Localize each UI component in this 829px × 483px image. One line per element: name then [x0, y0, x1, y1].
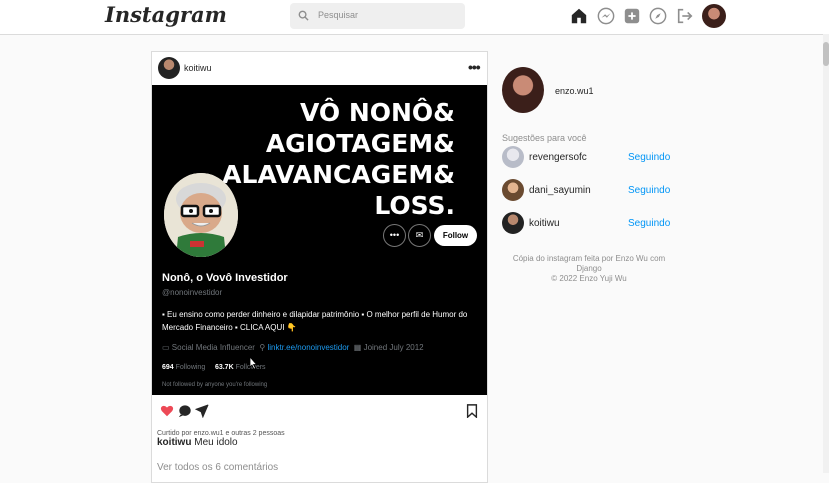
suggestion-avatar[interactable]: [502, 212, 524, 234]
search-icon: [298, 10, 309, 21]
post-image[interactable]: VÔ NONÔ& AGIOTAGEM& ALAVANCAGEM& LOSS. •…: [152, 85, 487, 395]
post-author-avatar[interactable]: [158, 57, 180, 79]
comment-icon[interactable]: [178, 404, 192, 418]
suggestion-username[interactable]: koitiwu: [529, 218, 560, 229]
messenger-icon[interactable]: [597, 7, 615, 25]
headline-line: LOSS.: [374, 191, 455, 220]
instagram-logo[interactable]: Instagram: [105, 2, 227, 27]
profile-handle: @nonoinvestidor: [162, 288, 223, 297]
headline-line: ALAVANCAGEM&: [222, 160, 455, 189]
suggestions-title: Sugestões para você: [502, 133, 587, 143]
search-placeholder: Pesquisar: [318, 10, 359, 20]
search-input[interactable]: Pesquisar: [290, 3, 465, 29]
footer-copyright: © 2022 Enzo Yuji Wu: [551, 274, 627, 283]
following-button[interactable]: Seguindo: [628, 185, 670, 196]
grandpa-cartoon-avatar: [164, 173, 238, 257]
view-comments-link[interactable]: Ver todos os 6 comentários: [157, 462, 278, 473]
explore-icon[interactable]: [649, 7, 667, 25]
profile-joined: Joined July 2012: [363, 343, 424, 352]
following-button[interactable]: Seguindo: [628, 152, 670, 163]
bookmark-icon[interactable]: [465, 404, 479, 418]
profile-more-button: •••: [383, 224, 406, 247]
calendar-icon: ▦: [353, 343, 362, 352]
suggestion-username[interactable]: revengersofc: [529, 152, 587, 163]
profile-bio: ▪ Eu ensino como perder dinheiro e dilap…: [162, 310, 468, 332]
profile-avatar[interactable]: [702, 4, 726, 28]
suggestion-avatar[interactable]: [502, 179, 524, 201]
suggestion-item: koitiwu Seguindo: [502, 212, 682, 238]
mouse-cursor-icon: [249, 356, 258, 370]
post-card: koitiwu ••• VÔ NONÔ& AGIOTAGEM& ALAVANCA…: [151, 51, 488, 483]
home-icon[interactable]: [570, 7, 588, 25]
post-actions: [152, 401, 487, 423]
post-author-username[interactable]: koitiwu: [184, 63, 212, 73]
profile-meta: ▭ Social Media Influencer ⚲ linktr.ee/no…: [162, 343, 482, 352]
suggestion-item: revengersofc Seguindo: [502, 146, 682, 172]
sidebar-footer: Cópia do instagram feita por Enzo Wu com…: [503, 254, 675, 284]
headline-line: AGIOTAGEM&: [265, 129, 455, 158]
profile-category: Social Media Influencer: [171, 343, 255, 352]
top-navbar: Instagram Pesquisar: [0, 0, 829, 35]
image-headline: VÔ NONÔ& AGIOTAGEM& ALAVANCAGEM& LOSS.: [222, 97, 455, 221]
followers-count: 63.7K: [214, 364, 234, 371]
headline-line: VÔ NONÔ&: [299, 98, 455, 127]
link-icon: ⚲: [259, 343, 266, 352]
not-followed-note: Not followed by anyone you're following: [162, 382, 268, 388]
profile-link: linktr.ee/nonoinvestidor: [267, 343, 350, 352]
suggestion-item: dani_sayumin Seguindo: [502, 179, 682, 205]
liked-by-text[interactable]: Curtido por enzo.wu1 e outras 2 pessoas: [157, 430, 285, 437]
scrollbar-track[interactable]: [823, 34, 829, 473]
footer-credit: Cópia do instagram feita por Enzo Wu com…: [512, 254, 666, 273]
logout-icon[interactable]: [676, 7, 694, 25]
post-options-icon[interactable]: •••: [468, 59, 481, 75]
follow-button: Follow: [434, 225, 477, 246]
message-icon: ✉: [408, 224, 431, 247]
post-header: koitiwu •••: [152, 52, 487, 86]
following-count: 694: [162, 364, 174, 371]
share-icon[interactable]: [195, 404, 209, 418]
briefcase-icon: ▭: [162, 343, 170, 352]
suggestion-username[interactable]: dani_sayumin: [529, 185, 591, 196]
suggestion-avatar[interactable]: [502, 146, 524, 168]
current-user-username[interactable]: enzo.wu1: [555, 86, 594, 96]
caption-text: Meu idolo: [194, 437, 238, 448]
following-button[interactable]: Seguindo: [628, 218, 670, 229]
post-caption: koitiwu Meu idolo: [157, 437, 238, 448]
new-post-icon[interactable]: [623, 7, 641, 25]
profile-display-name: Nonô, o Vovô Investidor: [162, 272, 288, 284]
caption-username[interactable]: koitiwu: [157, 437, 191, 448]
current-user-avatar[interactable]: [502, 67, 544, 113]
scrollbar-thumb[interactable]: [823, 42, 829, 66]
like-heart-icon[interactable]: [160, 404, 174, 418]
following-label: Following: [175, 364, 206, 371]
